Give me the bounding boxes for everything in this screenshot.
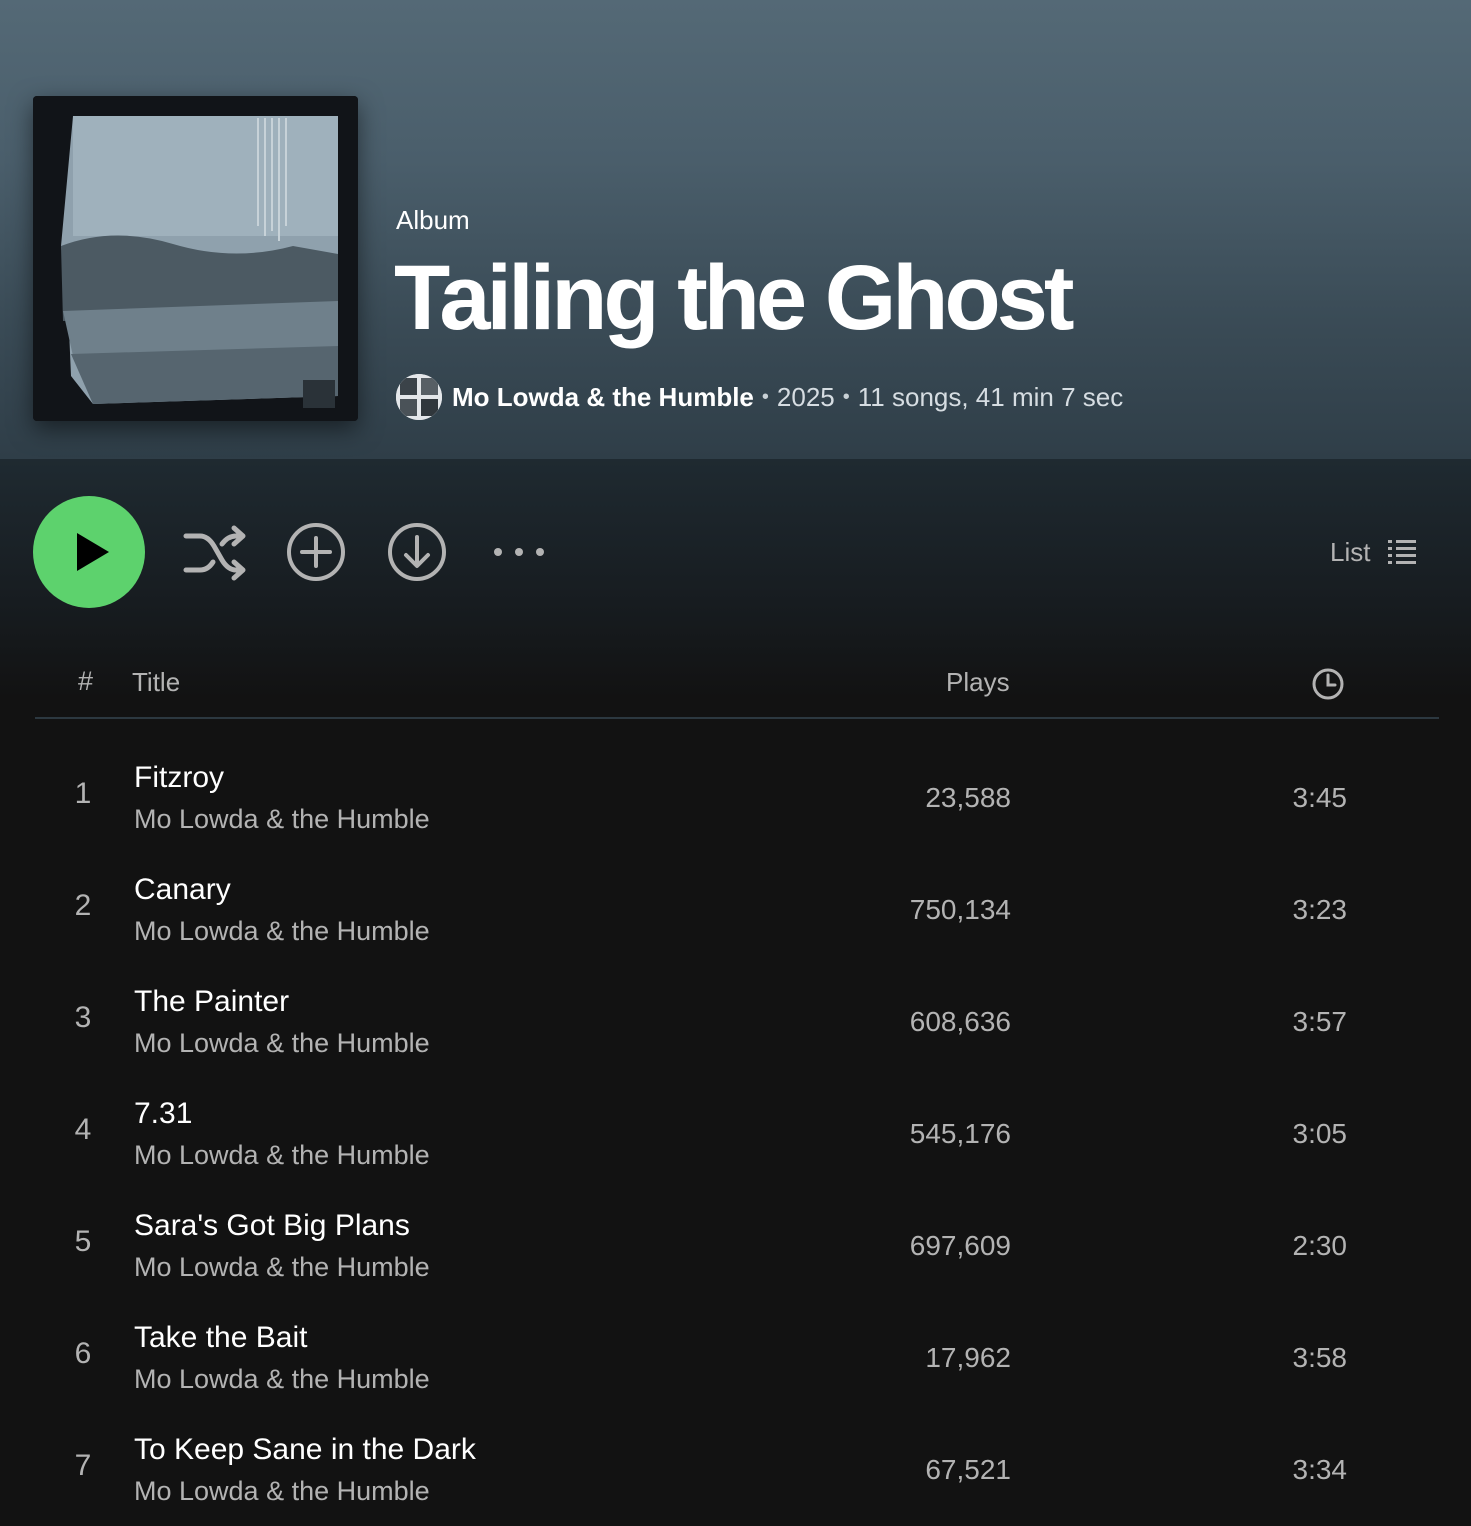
track-artist[interactable]: Mo Lowda & the Humble (134, 1252, 430, 1283)
track-plays: 17,962 (925, 1342, 1011, 1373)
track-number: 1 (74, 777, 92, 810)
track-row[interactable]: 1 Fitzroy Mo Lowda & the Humble 23,588 3… (0, 742, 1471, 854)
album-summary: 11 songs, 41 min 7 sec (857, 381, 1124, 412)
track-number: 4 (74, 1113, 92, 1146)
album-cover-art[interactable] (33, 96, 358, 421)
album-title: Tailing the Ghost (394, 247, 1074, 349)
track-row[interactable]: 6 Take the Bait Mo Lowda & the Humble 17… (0, 1302, 1471, 1414)
track-duration: 3:05 (1292, 1118, 1348, 1149)
track-title[interactable]: To Keep Sane in the Dark (134, 1433, 476, 1467)
list-view-icon (1388, 540, 1417, 564)
track-number: 5 (74, 1225, 92, 1258)
track-row[interactable]: 4 7.31 Mo Lowda & the Humble 545,176 3:0… (0, 1078, 1471, 1190)
cover-art-image (33, 96, 358, 421)
artist-link[interactable]: Mo Lowda & the Humble (452, 382, 754, 413)
download-button[interactable] (386, 521, 448, 588)
column-title[interactable]: Title (132, 667, 180, 698)
track-duration: 3:34 (1292, 1454, 1348, 1485)
column-duration[interactable] (1310, 666, 1346, 707)
add-to-library-button[interactable] (285, 521, 347, 588)
track-duration: 3:23 (1292, 894, 1348, 925)
track-artist[interactable]: Mo Lowda & the Humble (134, 1364, 430, 1395)
track-duration: 3:57 (1292, 1006, 1348, 1037)
track-plays: 608,636 (909, 1006, 1011, 1037)
track-number: 2 (74, 889, 92, 922)
shuffle-button[interactable] (182, 522, 248, 587)
track-plays: 67,521 (925, 1454, 1011, 1485)
track-duration: 3:58 (1292, 1342, 1348, 1373)
track-artist[interactable]: Mo Lowda & the Humble (134, 804, 430, 835)
column-plays[interactable]: Plays (946, 667, 1010, 698)
track-artist[interactable]: Mo Lowda & the Humble (134, 1028, 430, 1059)
more-options-button[interactable] (490, 540, 548, 569)
album-year: 2025 (776, 381, 835, 412)
track-number: 6 (74, 1337, 92, 1370)
column-number: # (78, 666, 94, 696)
track-title[interactable]: 7.31 (134, 1097, 192, 1131)
add-circle-icon (287, 523, 345, 581)
track-title[interactable]: Sara's Got Big Plans (134, 1209, 410, 1243)
track-number: 3 (74, 1001, 92, 1034)
track-artist[interactable]: Mo Lowda & the Humble (134, 1476, 430, 1507)
track-plays: 23,588 (925, 782, 1011, 813)
track-plays: 545,176 (909, 1118, 1011, 1149)
track-title[interactable]: Take the Bait (134, 1321, 307, 1355)
album-header: Album Tailing the Ghost Mo Lowda & the H… (0, 0, 1471, 459)
track-row[interactable]: 5 Sara's Got Big Plans Mo Lowda & the Hu… (0, 1190, 1471, 1302)
track-row[interactable]: 7 To Keep Sane in the Dark Mo Lowda & th… (0, 1414, 1471, 1526)
shuffle-icon (183, 525, 246, 581)
more-dots-icon (494, 548, 544, 556)
separator-dot: • (842, 385, 850, 408)
track-title[interactable]: The Painter (134, 985, 289, 1019)
clock-icon (1312, 668, 1344, 700)
view-mode-label: List (1330, 536, 1371, 567)
track-plays: 750,134 (909, 894, 1011, 925)
view-mode-toggle[interactable]: List (1330, 528, 1418, 576)
track-artist[interactable]: Mo Lowda & the Humble (134, 916, 430, 947)
album-byline: Mo Lowda & the Humble • 2025 • 11 songs,… (396, 373, 1123, 421)
artist-avatar[interactable] (396, 374, 442, 420)
track-row[interactable]: 2 Canary Mo Lowda & the Humble 750,134 3… (0, 854, 1471, 966)
track-plays: 697,609 (909, 1230, 1011, 1261)
separator-dot: • (761, 385, 769, 408)
track-row[interactable]: 3 The Painter Mo Lowda & the Humble 608,… (0, 966, 1471, 1078)
play-icon (77, 533, 109, 571)
track-artist[interactable]: Mo Lowda & the Humble (134, 1140, 430, 1171)
play-button[interactable] (33, 496, 145, 608)
track-duration: 2:30 (1292, 1230, 1348, 1261)
track-number: 7 (74, 1449, 92, 1482)
track-title[interactable]: Fitzroy (134, 761, 224, 795)
album-type-label: Album (396, 205, 470, 235)
download-circle-icon (388, 523, 446, 581)
track-title[interactable]: Canary (134, 873, 231, 907)
track-duration: 3:45 (1292, 782, 1348, 813)
tracklist-header: # Title Plays (35, 655, 1439, 719)
